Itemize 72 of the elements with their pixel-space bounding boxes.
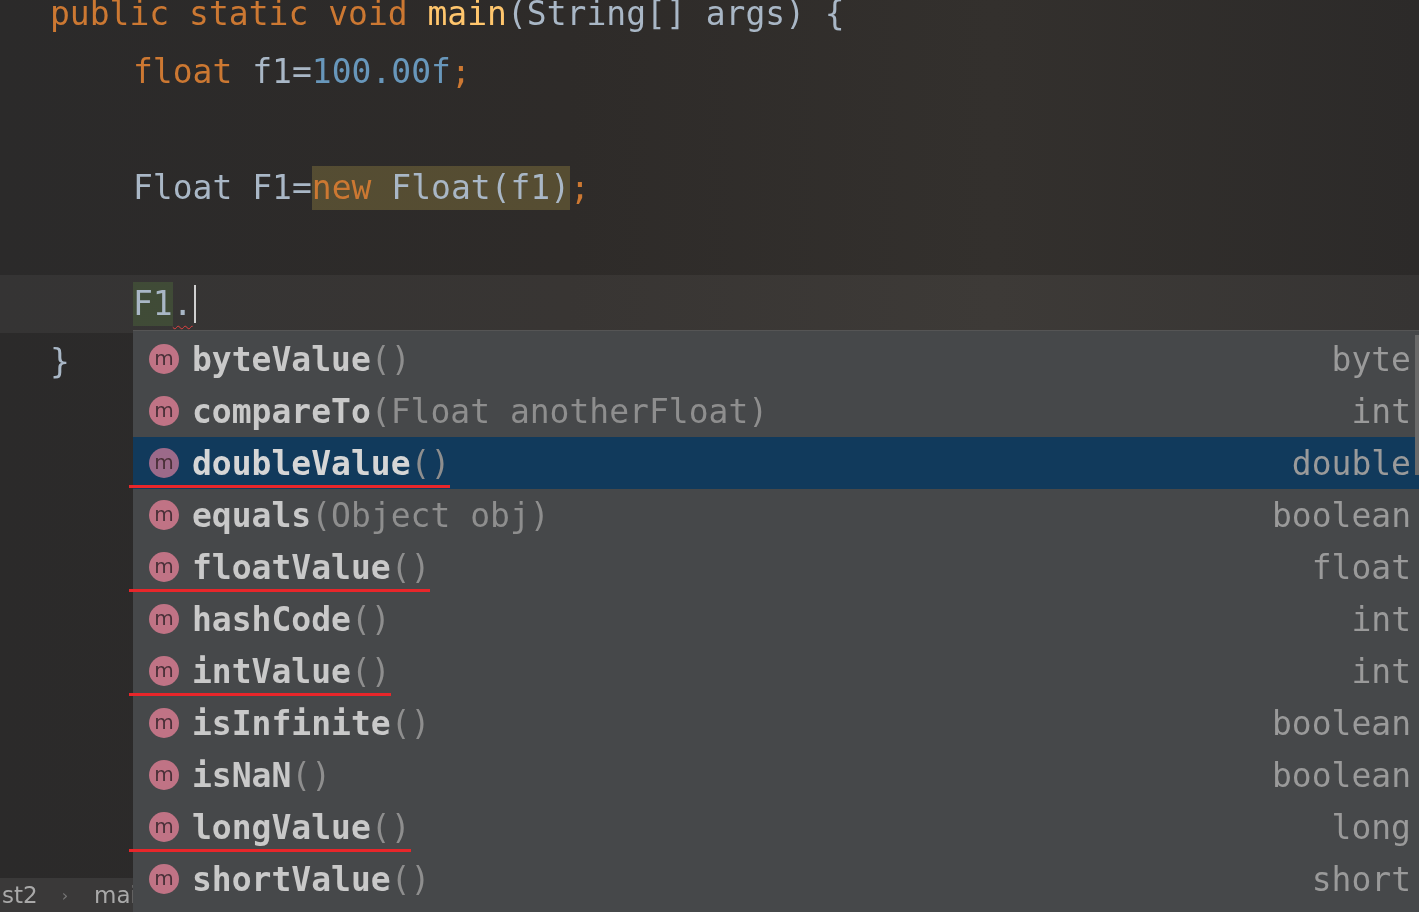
method-icon: m xyxy=(149,812,179,842)
method-icon: m xyxy=(149,396,179,426)
method-name: longValue xyxy=(192,807,371,847)
return-type: long xyxy=(1331,807,1411,847)
method-icon: m xyxy=(149,864,179,894)
completion-item[interactable]: m compareTo(Float anotherFloat) int xyxy=(133,385,1419,437)
return-type: boolean xyxy=(1271,703,1411,743)
method-icon: m xyxy=(149,552,179,582)
method-params: (Float anotherFloat) xyxy=(370,391,769,431)
method-name: compareTo xyxy=(192,391,371,431)
code-token: 100.00f xyxy=(311,51,451,93)
method-params: () xyxy=(350,599,391,639)
return-type: float xyxy=(1311,547,1411,587)
code-token: public static void xyxy=(50,0,409,35)
return-type: int xyxy=(1351,599,1411,639)
method-name: byteValue xyxy=(192,339,371,379)
method-name: isInfinite xyxy=(192,703,391,743)
return-type: boolean xyxy=(1271,755,1411,795)
method-icon: m xyxy=(149,500,179,530)
return-type: int xyxy=(1351,651,1411,691)
method-icon: m xyxy=(149,448,179,478)
method-params: () xyxy=(390,703,431,743)
completion-item[interactable]: m shortValue() short xyxy=(133,853,1419,905)
completion-item[interactable]: m byteValue() byte xyxy=(133,333,1419,385)
method-params: () xyxy=(370,339,411,379)
method-icon: m xyxy=(149,708,179,738)
scrollbar[interactable] xyxy=(1415,335,1419,475)
completion-item[interactable]: m isNaN() boolean xyxy=(133,749,1419,801)
method-params: () xyxy=(291,755,332,795)
return-type: boolean xyxy=(1271,495,1411,535)
method-params: () xyxy=(390,859,431,899)
completion-item[interactable]: m floatValue() float xyxy=(133,541,1419,593)
method-icon: m xyxy=(149,760,179,790)
code-token: ; xyxy=(570,167,590,209)
code-token: . xyxy=(172,283,193,325)
method-icon: m xyxy=(149,604,179,634)
method-params: () xyxy=(350,651,391,691)
method-params: (Object obj) xyxy=(311,495,550,535)
method-name: floatValue xyxy=(192,547,391,587)
code-token: new xyxy=(311,166,372,210)
breadcrumb-item[interactable]: st2 xyxy=(2,882,38,908)
method-name: isNaN xyxy=(192,755,292,795)
completion-item[interactable]: m equals(Object obj) boolean xyxy=(133,489,1419,541)
completion-item[interactable]: m isInfinite() boolean xyxy=(133,697,1419,749)
code-token: Float F1= xyxy=(133,167,312,209)
completion-item[interactable]: m intValue() int xyxy=(133,645,1419,697)
code-token: (String[] args) { xyxy=(507,0,845,35)
method-params: () xyxy=(410,443,451,483)
return-type: short xyxy=(1311,859,1411,899)
return-type: byte xyxy=(1331,339,1411,379)
method-params: () xyxy=(370,807,411,847)
completion-item[interactable]: m hashCode() int xyxy=(133,593,1419,645)
method-name: equals xyxy=(192,495,312,535)
breadcrumb-separator: › xyxy=(61,885,69,905)
return-type: double xyxy=(1291,443,1411,483)
code-token: } xyxy=(50,341,70,383)
code-token: f1= xyxy=(252,51,312,93)
method-icon: m xyxy=(149,656,179,686)
method-name: intValue xyxy=(192,651,351,691)
method-name: hashCode xyxy=(192,599,351,639)
method-name: shortValue xyxy=(192,859,391,899)
method-name: doubleValue xyxy=(192,443,411,483)
code-token: main xyxy=(427,0,507,35)
code-token: F1 xyxy=(133,282,173,326)
completion-item[interactable]: m longValue() long xyxy=(133,801,1419,853)
code-token: ; xyxy=(450,51,471,93)
return-type: int xyxy=(1351,391,1411,431)
method-params: () xyxy=(390,547,431,587)
method-icon: m xyxy=(149,344,179,374)
code-token: float xyxy=(133,51,234,93)
text-cursor xyxy=(193,285,196,323)
code-token: Float(f1) xyxy=(371,166,571,210)
